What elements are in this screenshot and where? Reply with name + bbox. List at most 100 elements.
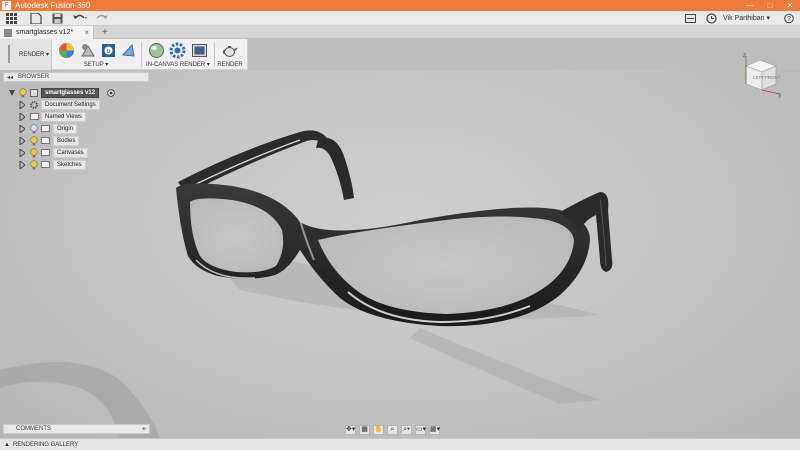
collapse-arrow-icon[interactable] xyxy=(9,89,15,97)
z-axis-label: Z xyxy=(743,53,746,59)
close-tab-icon[interactable]: × xyxy=(84,28,89,37)
toolbar-separator xyxy=(141,42,142,67)
expand-arrow-icon[interactable] xyxy=(19,125,25,133)
rendering-gallery-label: RENDERING GALLERY xyxy=(12,441,79,448)
tree-item-label[interactable]: Named Views xyxy=(41,112,86,122)
document-icon xyxy=(4,28,12,37)
activate-radio-icon[interactable] xyxy=(107,88,115,98)
tree-item-document-settings[interactable]: Document Settings xyxy=(3,99,149,111)
decal-icon[interactable] xyxy=(120,42,137,59)
visibility-bulb-icon[interactable] xyxy=(30,148,38,158)
tree-item-canvases[interactable]: Canvases xyxy=(3,147,149,159)
root-component-label[interactable]: smartglasses v12 xyxy=(41,88,100,98)
temple-shadow xyxy=(410,328,600,404)
visibility-bulb-icon[interactable] xyxy=(19,88,27,98)
toolbar-separator xyxy=(214,42,215,67)
physical-material-icon[interactable] xyxy=(79,42,96,59)
data-panel-grid-icon[interactable] xyxy=(6,13,17,24)
toolbar-grip-icon xyxy=(8,45,10,63)
zoom-icon[interactable]: ⌕ xyxy=(387,424,398,435)
orbit-tool-icon[interactable]: ✥▾ xyxy=(345,424,356,435)
folder-icon xyxy=(41,161,50,168)
viewports-icon[interactable]: ▦▾ xyxy=(429,424,440,435)
folder-icon xyxy=(41,149,50,156)
minimize-button[interactable]: — xyxy=(740,0,760,11)
quick-access-bar: Vik Parthiban ▾ ? xyxy=(0,11,800,26)
viewcube-left-label: LEFT xyxy=(753,75,764,80)
in-canvas-render-icon[interactable] xyxy=(148,42,165,59)
setup-group: b SETUP ▾ xyxy=(54,39,138,70)
in-canvas-render-label[interactable]: IN-CANVAS RENDER ▾ xyxy=(144,61,212,68)
settings-gear-icon xyxy=(30,101,38,109)
close-window-button[interactable]: ✕ xyxy=(780,0,800,11)
tree-item-label[interactable]: Document Settings xyxy=(41,100,100,110)
clock-icon[interactable] xyxy=(706,13,717,24)
render-settings-gear-icon[interactable] xyxy=(169,42,186,59)
tree-item-label[interactable]: Bodies xyxy=(53,136,80,146)
left-temple-tip xyxy=(316,138,354,200)
visibility-bulb-icon[interactable] xyxy=(30,124,38,134)
expand-arrow-icon[interactable] xyxy=(19,149,25,157)
window-title: Autodesk Fusion 360 xyxy=(15,1,91,10)
rendering-gallery-bar[interactable]: ▲ RENDERING GALLERY xyxy=(0,438,800,450)
new-tab-button[interactable]: + xyxy=(102,26,108,39)
title-bar: F Autodesk Fusion 360 — □ ✕ xyxy=(0,0,800,11)
gallery-toggle-icon[interactable]: ▲ xyxy=(4,442,10,448)
tree-item-bodies[interactable]: Bodies xyxy=(3,135,149,147)
x-axis-label: X xyxy=(778,94,782,98)
look-at-icon[interactable]: ▦ xyxy=(359,424,370,435)
expand-arrow-icon[interactable] xyxy=(19,113,25,121)
document-tab-strip: smartglasses v12* × + xyxy=(0,26,800,39)
tree-item-label[interactable]: Sketches xyxy=(53,160,86,170)
expand-arrow-icon[interactable] xyxy=(19,137,25,145)
fusion-logo-icon: F xyxy=(2,1,11,10)
redo-icon[interactable] xyxy=(94,13,110,24)
browser-panel: ◂◂ BROWSER smartglasses v12 Document Set… xyxy=(3,72,149,171)
tree-item-named-views[interactable]: Named Views xyxy=(3,111,149,123)
undo-icon[interactable] xyxy=(72,13,88,24)
expand-arrow-icon[interactable] xyxy=(19,101,25,109)
tree-item-label[interactable]: Canvases xyxy=(53,148,88,158)
user-account-menu[interactable]: Vik Parthiban ▾ xyxy=(723,13,770,24)
comments-label: COMMENTS xyxy=(16,426,51,432)
svg-text:?: ? xyxy=(787,16,791,23)
job-status-icon[interactable] xyxy=(685,13,696,24)
in-canvas-render-group: IN-CANVAS RENDER ▾ xyxy=(144,39,212,70)
browser-header[interactable]: ◂◂ BROWSER xyxy=(3,72,149,82)
add-comment-button[interactable]: + xyxy=(142,425,146,434)
toolbar: RENDER ▾ b SETUP ▾ IN-CANVAS RENDER ▾ RE… xyxy=(0,39,248,70)
tree-item-sketches[interactable]: Sketches xyxy=(3,159,149,171)
render-group-label[interactable]: RENDER xyxy=(216,62,244,68)
zoom-window-icon[interactable]: ⌕▾ xyxy=(401,424,412,435)
visibility-bulb-icon[interactable] xyxy=(30,136,38,146)
browser-title: BROWSER xyxy=(18,74,50,80)
folder-icon xyxy=(41,125,50,132)
browser-collapse-icon[interactable]: ◂◂ xyxy=(7,74,13,81)
folder-icon xyxy=(41,137,50,144)
visibility-bulb-icon[interactable] xyxy=(30,160,38,170)
tree-item-origin[interactable]: Origin xyxy=(3,123,149,135)
tree-root[interactable]: smartglasses v12 xyxy=(3,87,149,99)
render-teapot-icon[interactable] xyxy=(221,42,238,59)
viewcube[interactable]: LEFT FRONT Z X xyxy=(736,52,784,98)
expand-arrow-icon[interactable] xyxy=(19,161,25,169)
appearance-icon[interactable] xyxy=(58,42,75,59)
workspace-label: RENDER ▾ xyxy=(19,52,50,58)
file-menu-icon[interactable] xyxy=(30,13,42,24)
setup-group-label[interactable]: SETUP ▾ xyxy=(54,61,138,68)
render-group: RENDER xyxy=(216,39,244,70)
tree-item-label[interactable]: Origin xyxy=(53,124,78,134)
navigation-bar: ✥▾ ▦ ✋ ⌕ ⌕▾ ▭▾ ▦▾ xyxy=(345,424,455,435)
document-tab[interactable]: smartglasses v12* × xyxy=(0,26,94,39)
document-tab-name: smartglasses v12* xyxy=(16,29,74,36)
comments-panel[interactable]: COMMENTS + xyxy=(3,424,150,434)
save-icon[interactable] xyxy=(52,13,63,24)
help-icon[interactable]: ? xyxy=(784,13,794,24)
capture-image-icon[interactable] xyxy=(191,42,208,59)
maximize-button[interactable]: □ xyxy=(760,0,780,11)
display-settings-icon[interactable]: ▭▾ xyxy=(415,424,426,435)
scene-settings-icon[interactable]: b xyxy=(100,42,117,59)
pan-hand-icon[interactable]: ✋ xyxy=(373,424,384,435)
workspace-switcher[interactable]: RENDER ▾ xyxy=(0,39,52,70)
viewcube-front-label: FRONT xyxy=(765,75,781,80)
